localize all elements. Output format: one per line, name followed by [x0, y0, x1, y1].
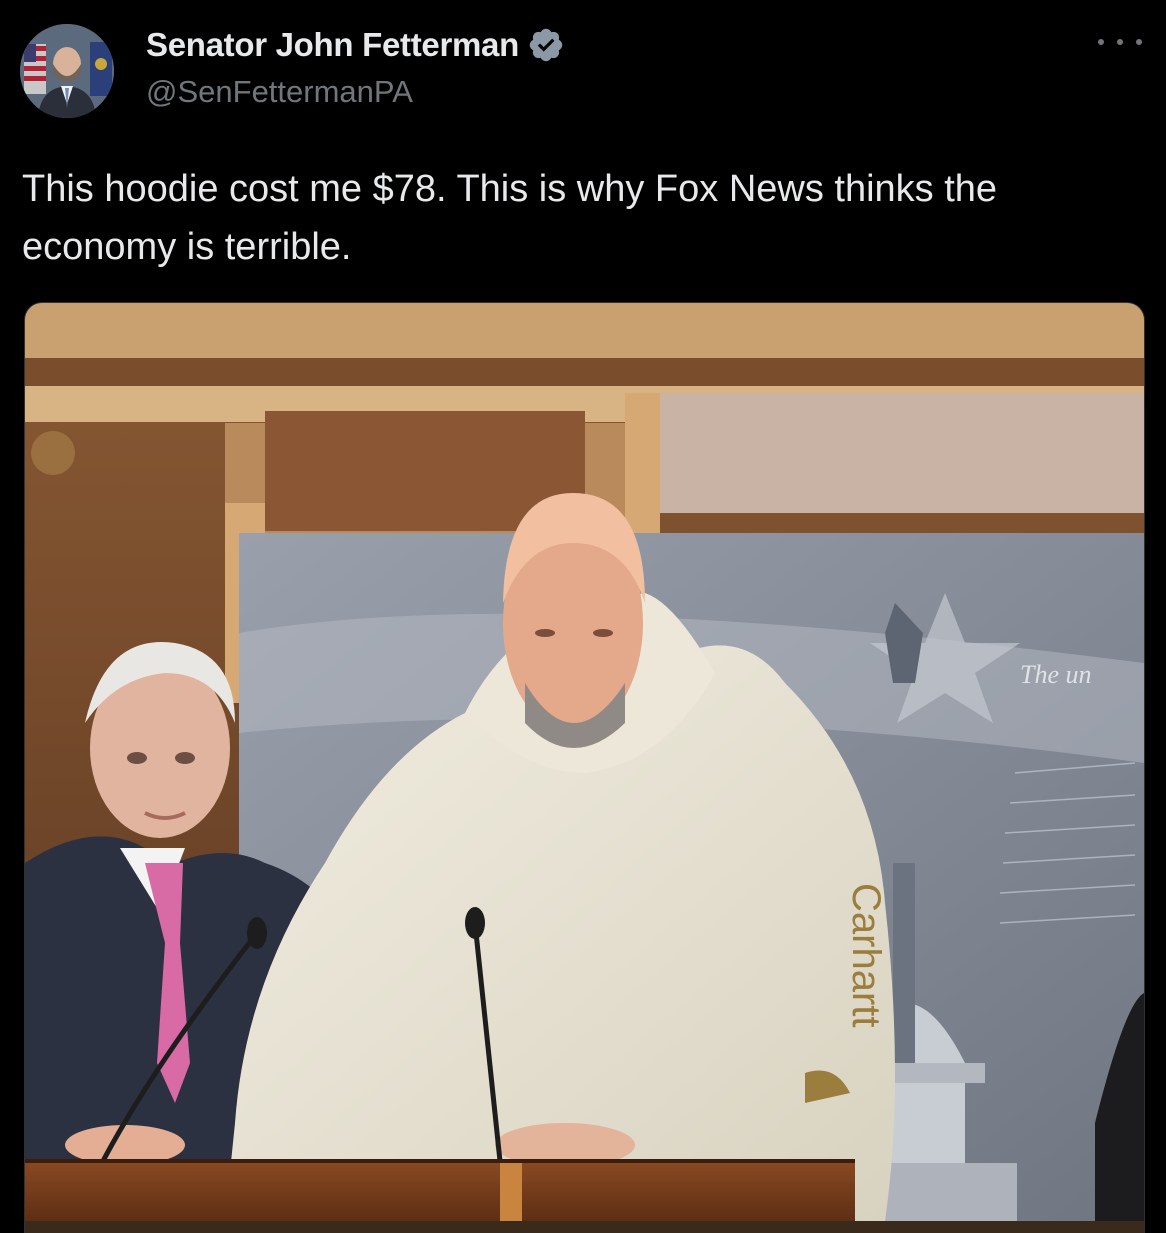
avatar[interactable] — [20, 24, 114, 118]
author-handle[interactable]: @SenFettermanPA — [146, 74, 413, 110]
author-name-row[interactable]: Senator John Fetterman — [146, 24, 565, 66]
more-horizontal-icon[interactable] — [1098, 30, 1142, 54]
backdrop-script-text: The un — [1020, 660, 1092, 689]
photo-press-conference: The un Carhartt — [25, 303, 1144, 1221]
more-dot — [1117, 39, 1123, 45]
verified-badge-icon — [529, 28, 563, 62]
tweet-header: Senator John Fetterman @SenFettermanPA — [0, 0, 1166, 130]
tweet-text: This hoodie cost me $78. This is why Fox… — [22, 168, 1008, 268]
avatar-portrait — [20, 24, 114, 118]
more-dot — [1136, 39, 1142, 45]
author-display-name[interactable]: Senator John Fetterman — [146, 26, 519, 64]
tweet-photo[interactable]: The un Carhartt — [24, 302, 1145, 1233]
more-dot — [1098, 39, 1104, 45]
sleeve-logo-text: Carhartt — [844, 883, 888, 1028]
